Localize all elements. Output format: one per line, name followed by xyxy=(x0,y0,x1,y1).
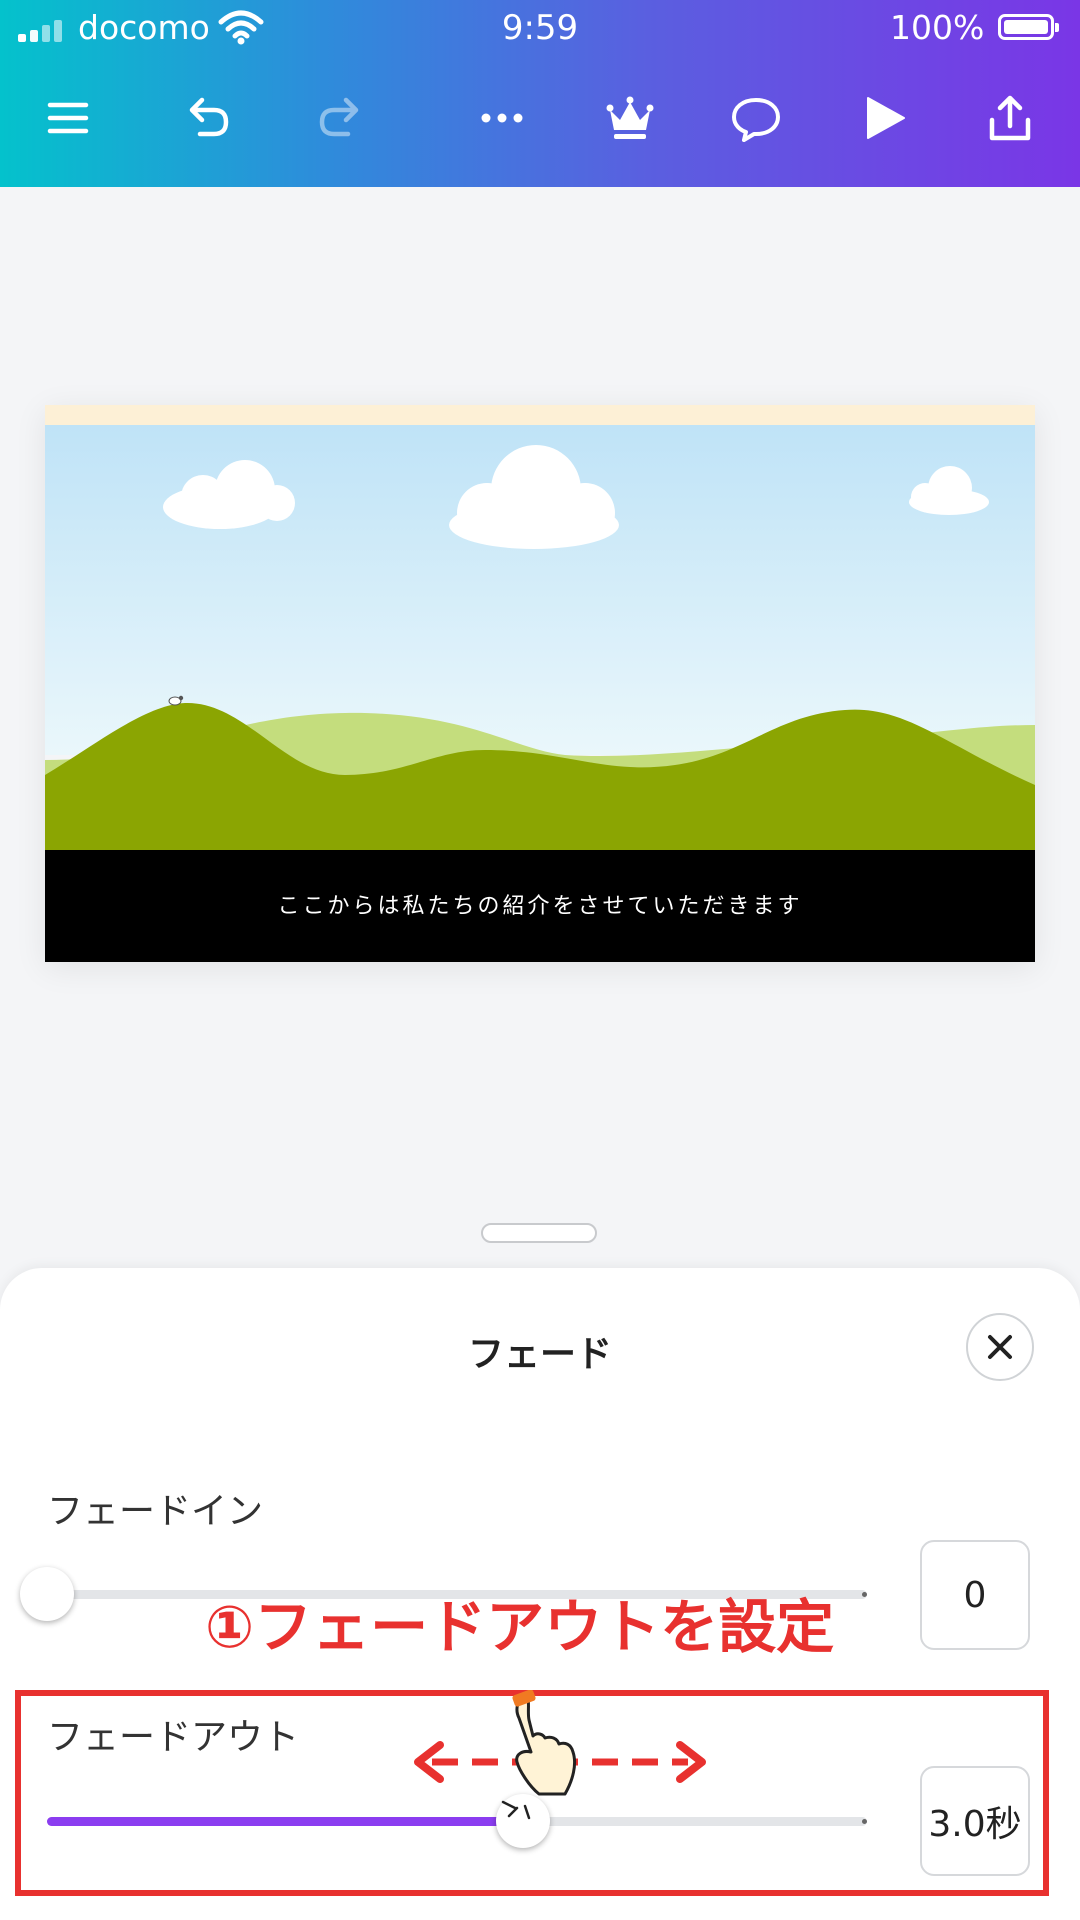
comment-button[interactable] xyxy=(724,86,788,150)
more-button[interactable] xyxy=(470,86,534,150)
play-icon xyxy=(867,97,905,139)
landscape-illustration xyxy=(45,405,1035,962)
pointing-hand-icon xyxy=(501,1690,577,1820)
share-button[interactable] xyxy=(978,86,1042,150)
undo-icon xyxy=(189,97,229,137)
slider-end-dot xyxy=(862,1592,867,1597)
fade-in-slider-thumb[interactable] xyxy=(20,1567,74,1621)
fade-in-label: フェードイン xyxy=(47,1491,264,1532)
share-icon xyxy=(989,95,1031,141)
close-icon xyxy=(988,1335,1012,1359)
annotation-label: ①フェードアウトを設定 xyxy=(205,1593,835,1661)
menu-icon xyxy=(47,102,89,134)
premium-button[interactable] xyxy=(598,86,662,150)
crown-icon xyxy=(606,96,654,139)
fade-in-value-field[interactable]: 0 xyxy=(920,1540,1030,1650)
play-button[interactable] xyxy=(852,86,916,150)
more-icon xyxy=(481,113,523,123)
sheet-title: フェード xyxy=(467,1334,612,1375)
battery-percent: 100% xyxy=(890,8,985,47)
close-button[interactable] xyxy=(966,1313,1034,1381)
status-bar: docomo 9:59 100% xyxy=(0,0,1080,58)
comment-icon xyxy=(732,98,780,142)
undo-button[interactable] xyxy=(176,86,240,150)
top-bar: docomo 9:59 100% xyxy=(0,0,1080,187)
slide-caption: ここからは私たちの紹介をさせていただきます xyxy=(277,894,803,919)
menu-button[interactable] xyxy=(36,86,100,150)
redo-icon xyxy=(319,97,359,137)
redo-button[interactable] xyxy=(308,86,372,150)
slide-preview[interactable]: ここからは私たちの紹介をさせていただきます xyxy=(45,405,1035,962)
battery-icon xyxy=(998,14,1059,40)
sheet-drag-handle[interactable] xyxy=(481,1223,597,1243)
